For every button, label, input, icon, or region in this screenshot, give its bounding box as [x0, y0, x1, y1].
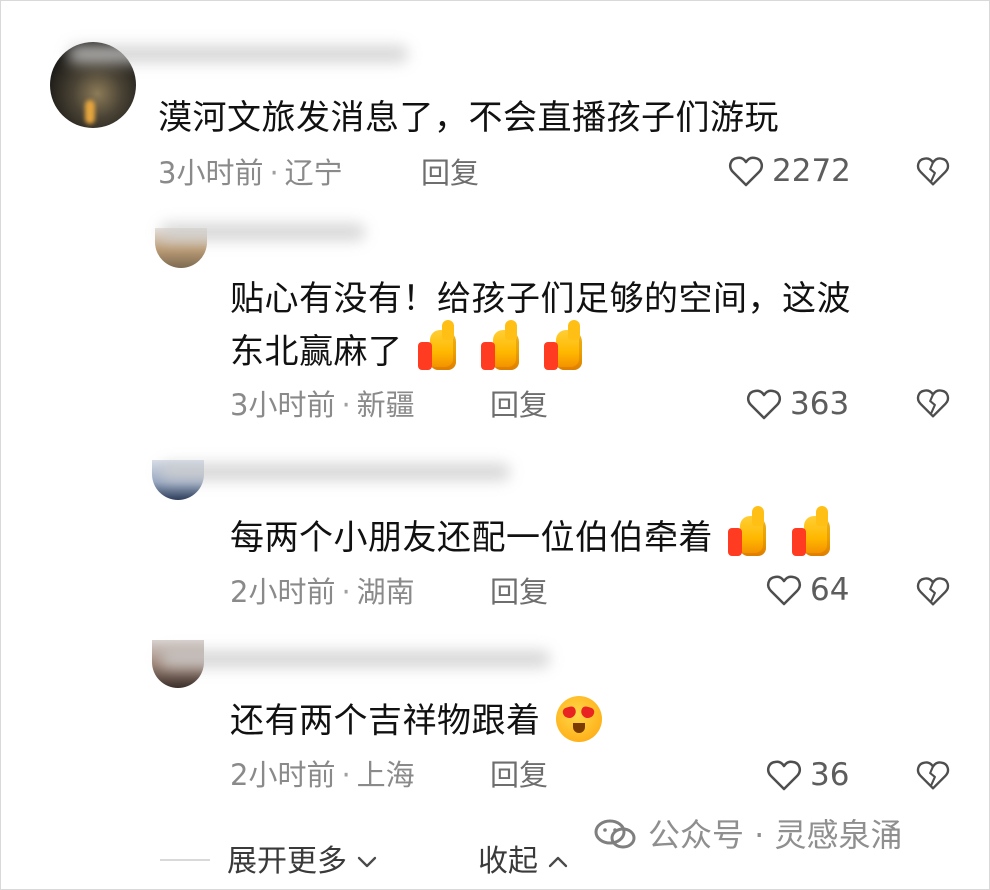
thumbs-up-emoji-icon [417, 320, 466, 373]
watermark-text: 公众号 · 灵感泉涌 [648, 816, 903, 854]
comment-meta: 3小时前 · 辽宁 [158, 153, 343, 193]
collapse-label: 收起 [478, 844, 538, 879]
comment-location: 上海 [356, 758, 415, 792]
blurred-username [160, 463, 510, 481]
reply-button[interactable]: 回复 [490, 385, 548, 425]
chevron-down-icon [357, 856, 377, 868]
heart-outline-icon [766, 575, 802, 606]
blurred-username [160, 650, 550, 668]
expand-more-button[interactable]: 展开更多 [227, 842, 377, 882]
divider [160, 859, 210, 861]
comment-time: 3小时前 [230, 388, 336, 422]
heart-outline-icon [766, 760, 802, 791]
heart-eyes-emoji-icon [555, 696, 602, 742]
comment-text: 每两个小朋友还配一位伯伯牵着 [230, 518, 713, 558]
reply-button[interactable]: 回复 [490, 572, 548, 612]
reply-button[interactable]: 回复 [490, 755, 548, 795]
heart-outline-icon [746, 389, 782, 420]
like-count: 36 [810, 757, 850, 793]
comment-text-line: 还有两个吉祥物跟着 [230, 695, 602, 747]
comment-text: 东北赢麻了 [230, 332, 403, 372]
thumbs-up-emoji-icon [544, 320, 592, 373]
like-count: 363 [790, 386, 850, 422]
comment-meta: 2小时前 · 上海 [230, 755, 415, 795]
comment-text: 还有两个吉祥物跟着 [230, 701, 541, 741]
comment-text: 漠河文旅发消息了，不会直播孩子们游玩 [158, 98, 779, 138]
broken-heart-icon[interactable] [914, 572, 952, 610]
comment-time: 2小时前 [230, 758, 336, 792]
like-button[interactable]: 363 [744, 384, 849, 424]
chevron-up-icon [548, 856, 568, 868]
meta-separator: · [269, 156, 279, 190]
like-count: 2272 [772, 153, 851, 189]
watermark: 公众号 · 灵感泉涌 [592, 815, 903, 855]
like-count: 64 [810, 572, 850, 608]
expand-more-label: 展开更多 [227, 844, 347, 879]
thumbs-up-emoji-icon [791, 506, 840, 559]
comment-location: 湖南 [356, 575, 415, 609]
comment-text-line-2: 东北赢麻了 [230, 320, 592, 378]
thumbs-up-emoji-icon [481, 320, 529, 373]
comment-text-line: 每两个小朋友还配一位伯伯牵着 [230, 506, 840, 564]
heart-outline-icon [728, 156, 764, 187]
like-button[interactable]: 36 [764, 755, 849, 795]
comment-location: 新疆 [356, 388, 415, 422]
broken-heart-icon[interactable] [914, 384, 952, 422]
meta-separator: · [341, 758, 351, 792]
meta-separator: · [341, 388, 351, 422]
comment-meta: 3小时前 · 新疆 [230, 385, 415, 425]
collapse-button[interactable]: 收起 [478, 842, 568, 882]
reply-button[interactable]: 回复 [421, 153, 479, 193]
blurred-username [160, 223, 365, 241]
wechat-icon [594, 819, 636, 849]
comment-time: 2小时前 [230, 575, 336, 609]
broken-heart-icon[interactable] [914, 152, 952, 190]
broken-heart-icon[interactable] [914, 756, 952, 794]
like-button[interactable]: 64 [764, 570, 849, 610]
comment-meta: 2小时前 · 湖南 [230, 572, 415, 612]
meta-separator: · [341, 575, 351, 609]
comment-location: 辽宁 [284, 156, 343, 190]
comment-text-line-1: 贴心有没有！给孩子们足够的空间，这波 [230, 279, 851, 319]
blurred-username [68, 45, 408, 63]
thumbs-up-emoji-icon [728, 506, 776, 559]
comment-time: 3小时前 [158, 156, 264, 190]
like-button[interactable]: 2272 [726, 151, 851, 191]
